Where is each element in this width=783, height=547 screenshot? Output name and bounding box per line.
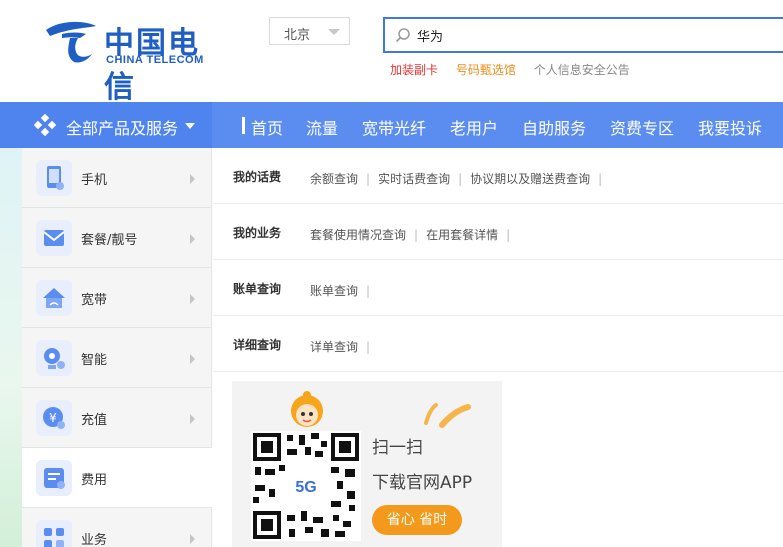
telecom-logo-mark-icon xyxy=(46,21,96,63)
hot-link-privacy-notice[interactable]: 个人信息安全公告 xyxy=(534,63,630,77)
phone-icon xyxy=(36,160,72,196)
menu-group-links: 余额查询 | 实时话费查询 | 协议期以及赠送费查询 | xyxy=(310,170,610,187)
recharge-icon: ¥ xyxy=(36,400,72,436)
main-nav: 全部产品及服务 首页 流量 宽带光纤 老用户 自助服务 资费专区 我要投诉 xyxy=(0,102,783,148)
brand-name-en: CHINA TELECOM xyxy=(106,54,204,66)
page-background-decoration xyxy=(0,148,22,547)
menu-group-my-charges: 我的话费 余额查询 | 实时话费查询 | 协议期以及赠送费查询 | xyxy=(213,148,783,204)
promo-scan-text: 扫一扫 xyxy=(372,438,423,458)
svg-text:¥: ¥ xyxy=(49,411,57,425)
search-icon xyxy=(395,28,410,43)
china-telecom-logo[interactable]: 中国电信 CHINA TELECOM xyxy=(40,14,220,105)
sidebar-item-business[interactable]: 业务 xyxy=(22,508,212,547)
menu-group-links: 套餐使用情况查询 | 在用套餐详情 | xyxy=(310,226,518,243)
sidebar-item-phone[interactable]: 手机 xyxy=(22,148,212,208)
nav-item-tariffs[interactable]: 资费专区 xyxy=(610,115,674,139)
sidebar-item-smart[interactable]: 智能 xyxy=(22,328,212,388)
sidebar-item-label: 费用 xyxy=(81,473,108,488)
app-download-promo[interactable]: 5G 扫一扫 下载官网APP 省心 省时 xyxy=(232,381,502,547)
promo-download-text: 下载官网APP xyxy=(372,473,473,493)
link-itemized-bill[interactable]: 详单查询 xyxy=(310,340,358,354)
city-selector-value: 北京 xyxy=(284,28,311,43)
nav-item-self-service[interactable]: 自助服务 xyxy=(522,115,586,139)
sidebar-item-label: 充值 xyxy=(81,413,108,428)
city-selector[interactable]: 北京 xyxy=(269,17,350,45)
nav-divider xyxy=(242,117,245,134)
menu-group-bill-query: 账单查询 账单查询 | xyxy=(213,260,783,316)
hot-links: 加装副卡 号码甄选馆 个人信息安全公告 xyxy=(390,61,644,78)
chevron-down-icon xyxy=(328,29,340,35)
nav-item-existing-users[interactable]: 老用户 xyxy=(450,115,498,139)
link-separator: | xyxy=(366,172,371,186)
link-separator: | xyxy=(458,172,463,186)
sidebar-item-label: 业务 xyxy=(81,533,108,547)
hot-link-add-card[interactable]: 加装副卡 xyxy=(390,63,438,77)
nav-item-data[interactable]: 流量 xyxy=(306,115,338,139)
menu-group-links: 账单查询 | xyxy=(310,282,378,299)
link-separator: | xyxy=(506,228,511,242)
diamond-grid-icon xyxy=(34,114,56,136)
link-package-usage[interactable]: 套餐使用情况查询 xyxy=(310,228,406,242)
menu-group-title: 我的业务 xyxy=(233,226,282,240)
spark-decoration-icon xyxy=(424,403,471,428)
broadband-icon xyxy=(36,280,72,316)
link-separator: | xyxy=(414,228,419,242)
link-separator: | xyxy=(366,284,371,298)
page-header: 中国电信 CHINA TELECOM 北京 加装副卡 号码甄选馆 个人信息安全公… xyxy=(0,0,783,105)
chevron-right-icon xyxy=(190,354,195,364)
chevron-right-icon xyxy=(190,534,195,544)
chevron-right-icon xyxy=(190,174,195,184)
sidebar-item-label: 套餐/靓号 xyxy=(81,233,138,248)
menu-group-title: 我的话费 xyxy=(233,170,282,184)
menu-group-links: 详单查询 | xyxy=(310,338,378,355)
sidebar-item-label: 宽带 xyxy=(81,293,108,308)
link-realtime-charges[interactable]: 实时话费查询 xyxy=(378,172,450,186)
sidebar-item-label: 手机 xyxy=(81,173,108,188)
link-separator: | xyxy=(366,340,371,354)
menu-group-title: 详细查询 xyxy=(233,338,282,352)
hot-link-number-select[interactable]: 号码甄选馆 xyxy=(456,63,516,77)
link-balance-query[interactable]: 余额查询 xyxy=(310,172,358,186)
business-icon xyxy=(36,520,72,547)
sidebar-item-package[interactable]: 套餐/靓号 xyxy=(22,208,212,268)
smart-icon xyxy=(36,340,72,376)
chevron-right-icon xyxy=(190,294,195,304)
nav-item-home[interactable]: 首页 xyxy=(251,115,283,139)
billing-panel: 我的话费 余额查询 | 实时话费查询 | 协议期以及赠送费查询 | 我的业务 套餐使用情况… xyxy=(213,148,783,547)
bill-icon xyxy=(36,460,72,496)
search-input[interactable] xyxy=(417,25,757,45)
nav-item-broadband[interactable]: 宽带光纤 xyxy=(362,115,426,139)
all-products-label: 全部产品及服务 xyxy=(66,119,179,138)
caret-down-icon xyxy=(185,123,195,129)
link-active-package-details[interactable]: 在用套餐详情 xyxy=(426,228,498,242)
chevron-right-icon xyxy=(190,414,195,424)
link-contract-gift-fees[interactable]: 协议期以及赠送费查询 xyxy=(470,172,590,186)
nav-item-complaint[interactable]: 我要投诉 xyxy=(698,115,762,139)
chevron-right-icon xyxy=(190,234,195,244)
package-icon xyxy=(36,220,72,256)
sidebar-item-billing[interactable]: 费用 xyxy=(22,448,212,508)
search-box[interactable] xyxy=(383,17,783,53)
qr-center-label: 5G xyxy=(295,479,316,496)
menu-group-my-business: 我的业务 套餐使用情况查询 | 在用套餐详情 | xyxy=(213,204,783,260)
qr-code-icon[interactable]: 5G xyxy=(251,431,361,541)
sidebar-item-broadband[interactable]: 宽带 xyxy=(22,268,212,328)
menu-group-detail-query: 详细查询 详单查询 | xyxy=(213,316,783,372)
category-sidebar: 手机 套餐/靓号 宽带 智能 ¥ 充值 费用 业务 xyxy=(22,148,212,547)
all-products-menu[interactable]: 全部产品及服务 xyxy=(0,102,212,148)
promo-badge: 省心 省时 xyxy=(372,505,462,535)
menu-group-title: 账单查询 xyxy=(233,282,282,296)
link-bill-query[interactable]: 账单查询 xyxy=(310,284,358,298)
sidebar-item-recharge[interactable]: ¥ 充值 xyxy=(22,388,212,448)
link-separator: | xyxy=(598,172,603,186)
sidebar-item-label: 智能 xyxy=(81,353,108,368)
